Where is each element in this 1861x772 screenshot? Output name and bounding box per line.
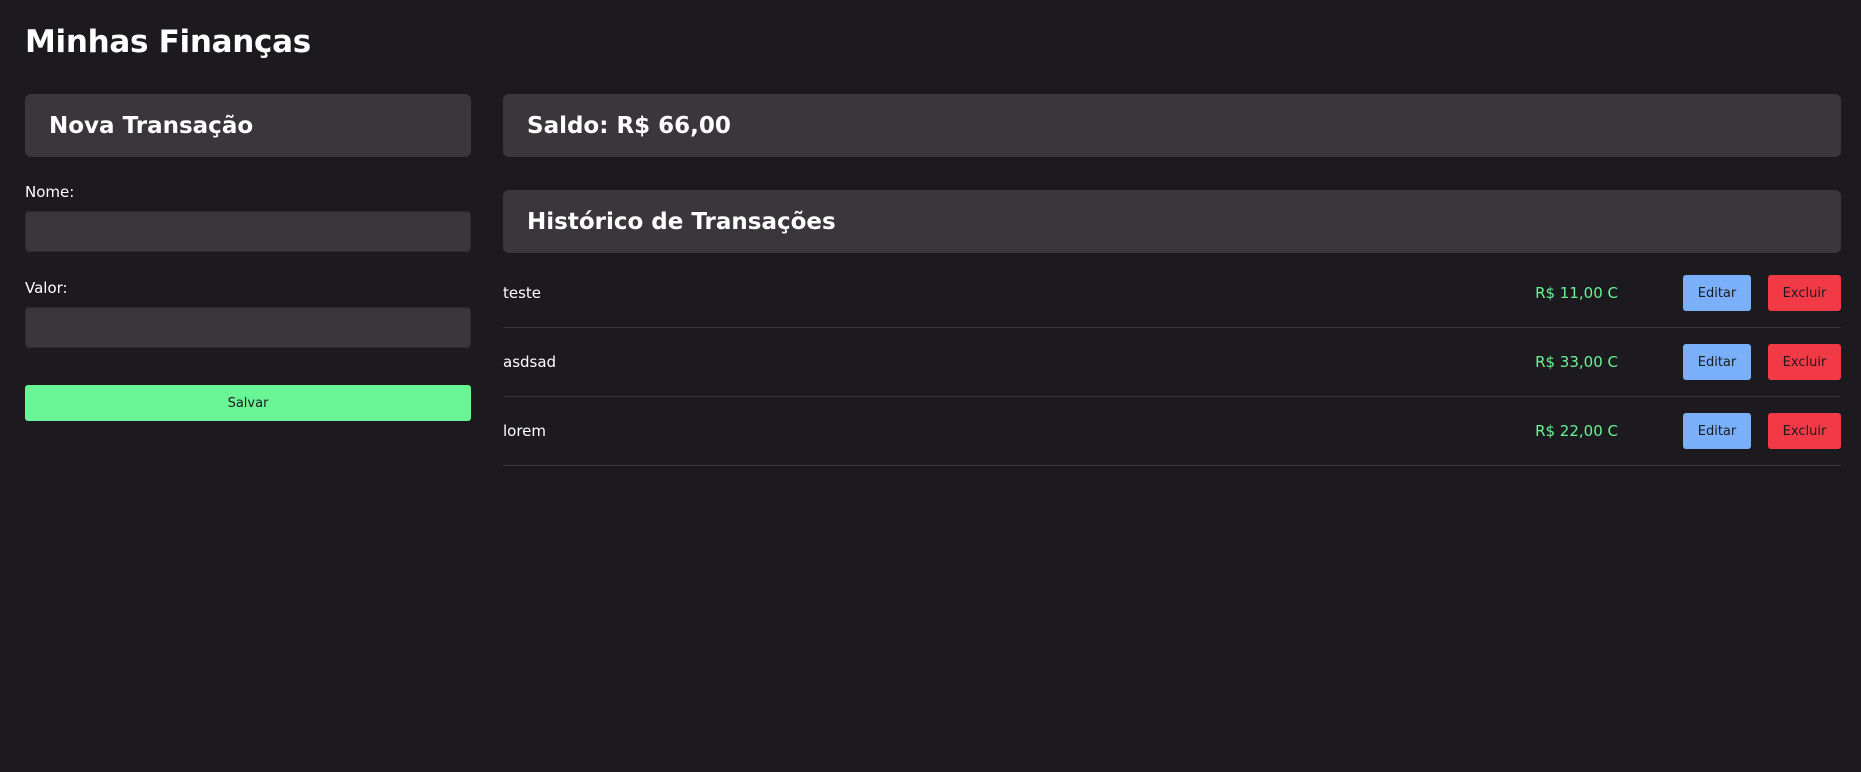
delete-button[interactable]: Excluir [1768,413,1841,449]
transaction-amount: R$ 11,00 C [1535,284,1618,302]
history-title: Histórico de Transações [527,208,836,235]
new-transaction-title: Nova Transação [49,112,254,139]
balance-header: Saldo: R$ 66,00 [503,94,1841,157]
balance-text: Saldo: R$ 66,00 [527,112,731,139]
history-header: Histórico de Transações [503,190,1841,253]
transaction-list: teste R$ 11,00 C Editar Excluir asdsad R… [503,259,1841,466]
transaction-row: asdsad R$ 33,00 C Editar Excluir [503,328,1841,397]
transactions-panel: Saldo: R$ 66,00 Histórico de Transações … [503,94,1841,466]
name-label: Nome: [25,183,75,201]
edit-button[interactable]: Editar [1683,275,1751,311]
transaction-name: teste [503,284,542,302]
name-input[interactable] [25,211,471,252]
edit-button[interactable]: Editar [1683,413,1751,449]
app-title: Minhas Finanças [25,24,311,60]
value-label: Valor: [25,279,68,297]
transaction-row: lorem R$ 22,00 C Editar Excluir [503,397,1841,466]
delete-button[interactable]: Excluir [1768,275,1841,311]
transaction-name: lorem [503,422,547,440]
new-transaction-header: Nova Transação [25,94,471,157]
value-input[interactable] [25,307,471,348]
transaction-amount: R$ 33,00 C [1535,353,1618,371]
transaction-row: teste R$ 11,00 C Editar Excluir [503,259,1841,328]
save-button[interactable]: Salvar [25,385,471,421]
edit-button[interactable]: Editar [1683,344,1751,380]
transaction-name: asdsad [503,353,557,371]
transaction-amount: R$ 22,00 C [1535,422,1618,440]
new-transaction-panel: Nova Transação Nome: Valor: Salvar [25,94,471,421]
delete-button[interactable]: Excluir [1768,344,1841,380]
